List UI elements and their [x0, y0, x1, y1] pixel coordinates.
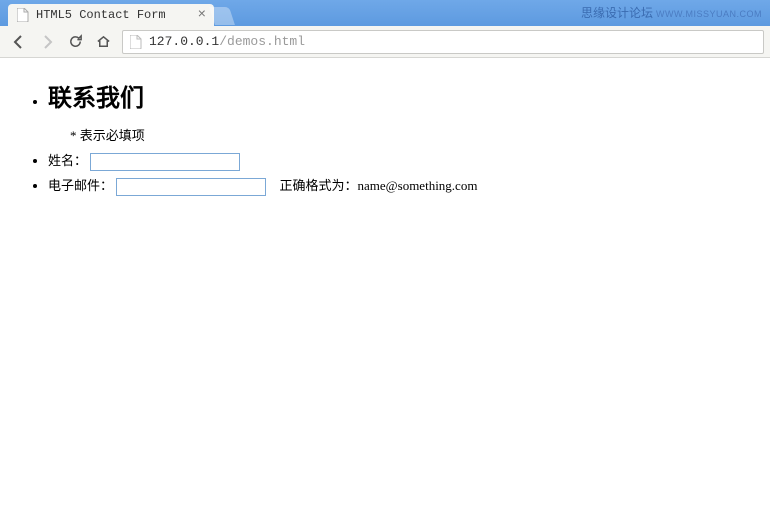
browser-tab[interactable]: HTML5 Contact Form × [8, 4, 214, 26]
reload-button[interactable] [62, 30, 88, 54]
name-field-row: 姓名： [48, 150, 762, 171]
watermark: 思缘设计论坛 WWW.MISSYUAN.COM [581, 4, 762, 21]
close-icon[interactable]: × [198, 8, 206, 22]
address-bar[interactable]: 127.0.0.1/demos.html [122, 30, 764, 54]
back-button[interactable] [6, 30, 32, 54]
browser-toolbar: 127.0.0.1/demos.html [0, 26, 770, 58]
home-button[interactable] [90, 30, 116, 54]
required-note: * 表示必填项 [70, 125, 762, 144]
watermark-text: 思缘设计论坛 [581, 6, 653, 20]
tab-title: HTML5 Contact Form [36, 8, 192, 22]
name-input[interactable] [90, 153, 240, 171]
name-label: 姓名： [48, 153, 87, 168]
email-input[interactable] [116, 178, 266, 196]
page-content: 联系我们 * 表示必填项 姓名： 电子邮件： 正确格式为：name@someth… [0, 58, 770, 208]
browser-tab-strip: HTML5 Contact Form × 思缘设计论坛 WWW.MISSYUAN… [0, 0, 770, 26]
file-icon [16, 8, 30, 22]
url-path: /demos.html [219, 34, 305, 49]
url-host: 127.0.0.1 [149, 34, 219, 49]
watermark-url: WWW.MISSYUAN.COM [656, 9, 762, 19]
page-icon [129, 35, 143, 49]
email-format-hint: 正确格式为：name@something.com [280, 178, 478, 193]
email-field-row: 电子邮件： 正确格式为：name@something.com [48, 175, 762, 196]
email-label: 电子邮件： [48, 178, 113, 193]
list-item: 联系我们 * 表示必填项 [48, 78, 762, 144]
page-title: 联系我们 [48, 78, 762, 113]
forward-button[interactable] [34, 30, 60, 54]
